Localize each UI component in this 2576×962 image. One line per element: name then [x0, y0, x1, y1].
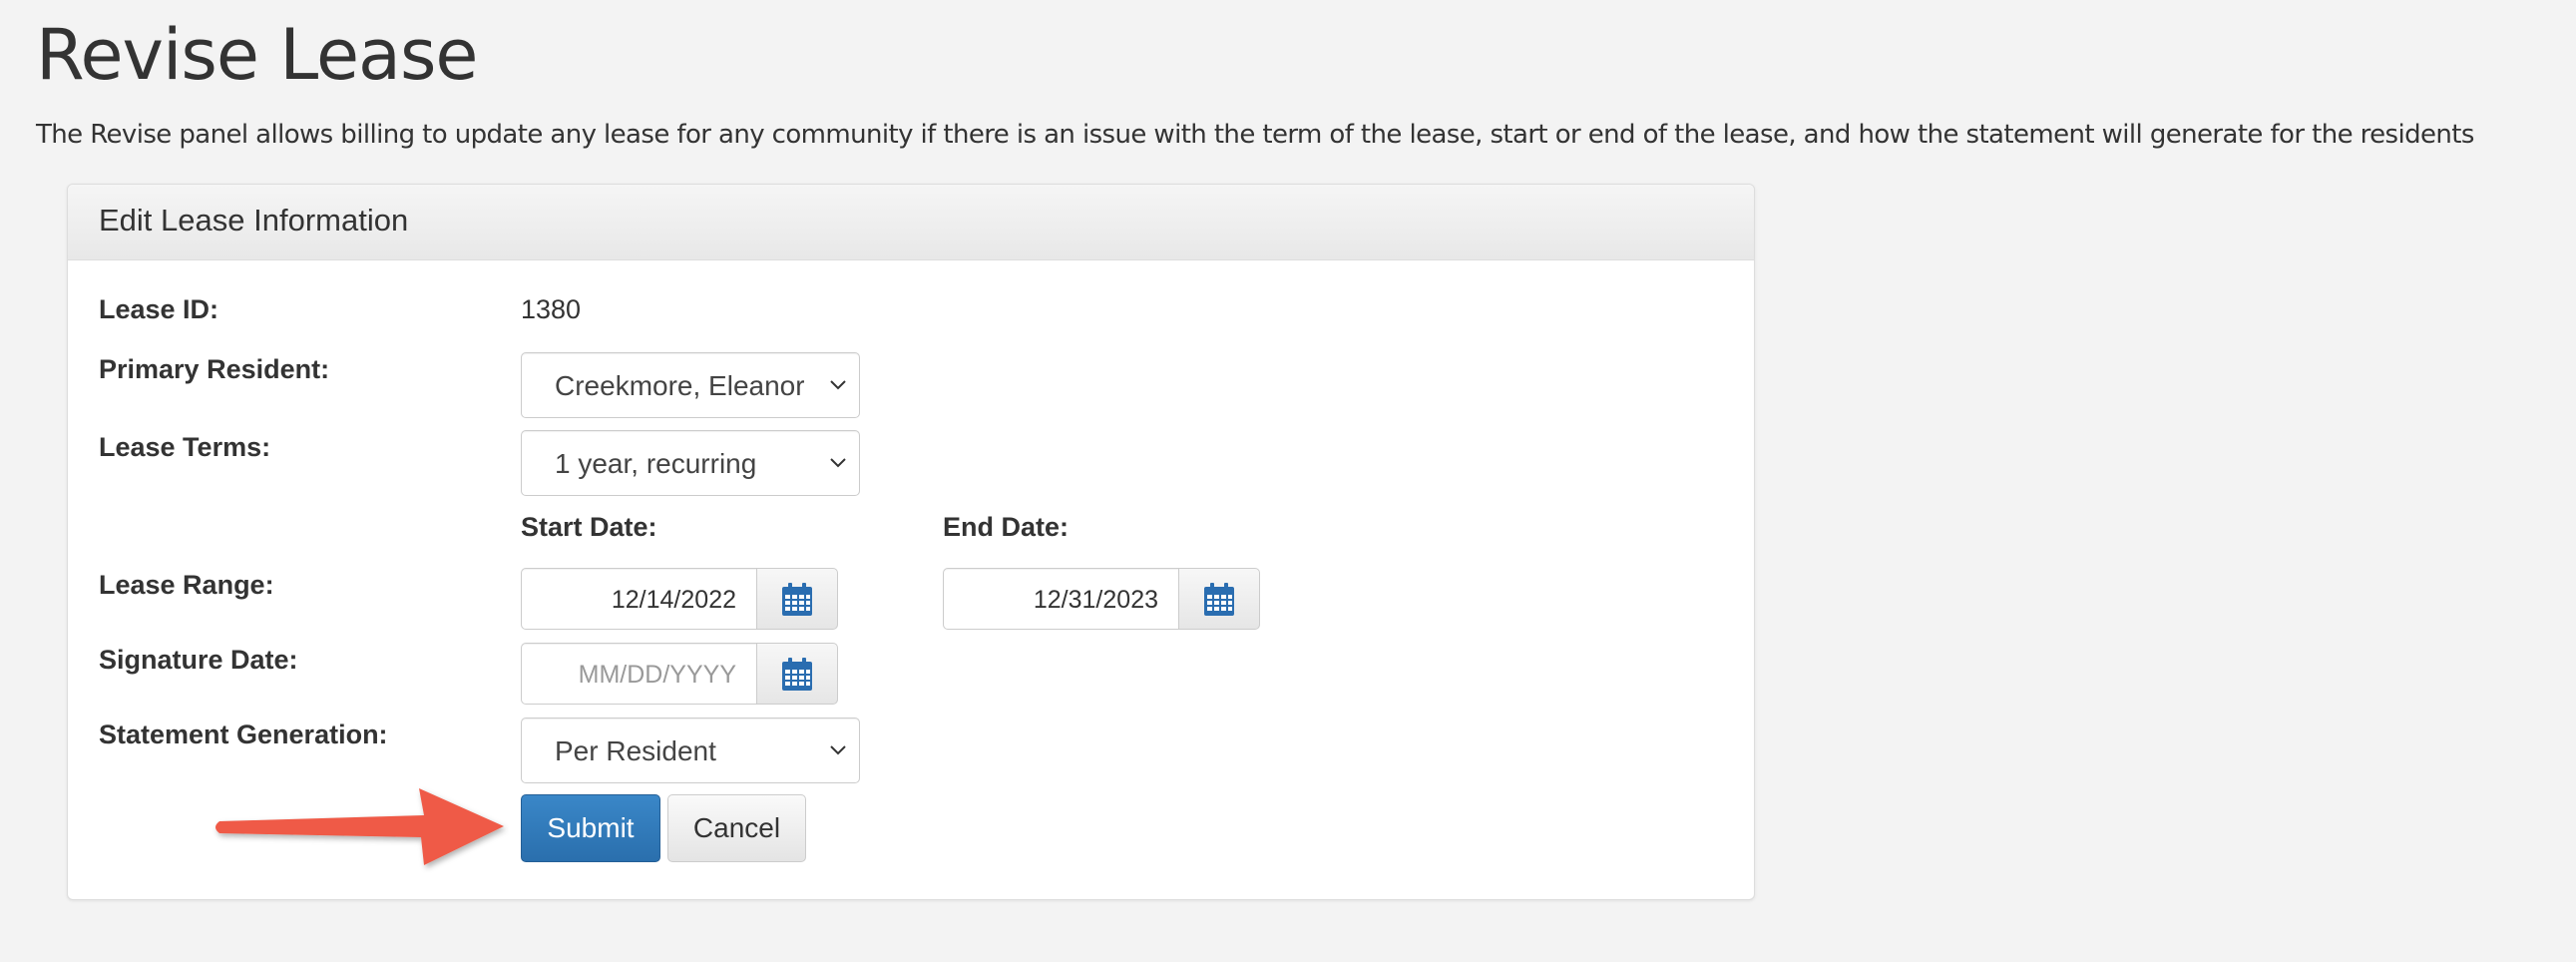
arrow-right-icon	[215, 788, 504, 865]
end-date-value: 12/31/2023	[1033, 586, 1158, 614]
cancel-label: Cancel	[692, 812, 781, 843]
signature-date-input[interactable]: MM/DD/YYYY	[521, 643, 757, 705]
calendar-icon	[1204, 583, 1234, 616]
primary-resident-selected: Creekmore, Eleanor	[555, 370, 804, 401]
start-date-picker: 12/14/2022	[521, 568, 838, 630]
page-title: Revise Lease	[36, 14, 478, 96]
signature-date-calendar-button[interactable]	[756, 643, 838, 705]
page-description: The Revise panel allows billing to updat…	[36, 120, 2474, 150]
calendar-icon	[782, 583, 812, 616]
chevron-down-icon	[830, 380, 846, 390]
signature-date-label: Signature Date:	[99, 645, 298, 675]
signature-date-picker: MM/DD/YYYY	[521, 643, 838, 705]
start-date-calendar-button[interactable]	[756, 568, 838, 630]
lease-terms-select[interactable]: 1 year, recurring	[521, 430, 860, 496]
end-date-label: End Date:	[943, 512, 1070, 542]
end-date-input[interactable]: 12/31/2023	[943, 568, 1179, 630]
primary-resident-label: Primary Resident:	[99, 354, 330, 384]
lease-id-value: 1380	[521, 294, 582, 324]
statement-generation-selected: Per Resident	[555, 735, 716, 766]
statement-generation-label: Statement Generation:	[99, 720, 388, 749]
chevron-down-icon	[830, 458, 846, 468]
lease-terms-label: Lease Terms:	[99, 432, 271, 462]
end-date-picker: 12/31/2023	[943, 568, 1260, 630]
lease-terms-selected: 1 year, recurring	[555, 448, 757, 479]
panel-heading: Edit Lease Information	[68, 185, 1754, 260]
signature-date-placeholder: MM/DD/YYYY	[578, 661, 736, 689]
submit-label: Submit	[547, 812, 635, 843]
end-date-calendar-button[interactable]	[1178, 568, 1260, 630]
start-date-label: Start Date:	[521, 512, 657, 542]
primary-resident-select[interactable]: Creekmore, Eleanor	[521, 352, 860, 418]
start-date-value: 12/14/2022	[611, 586, 736, 614]
lease-id-label: Lease ID:	[99, 294, 219, 324]
submit-button[interactable]: Submit	[521, 794, 660, 862]
start-date-input[interactable]: 12/14/2022	[521, 568, 757, 630]
cancel-button[interactable]: Cancel	[667, 794, 806, 862]
chevron-down-icon	[830, 745, 846, 755]
lease-range-label: Lease Range:	[99, 570, 274, 600]
calendar-icon	[782, 658, 812, 691]
panel-title: Edit Lease Information	[99, 203, 409, 238]
statement-generation-select[interactable]: Per Resident	[521, 718, 860, 783]
